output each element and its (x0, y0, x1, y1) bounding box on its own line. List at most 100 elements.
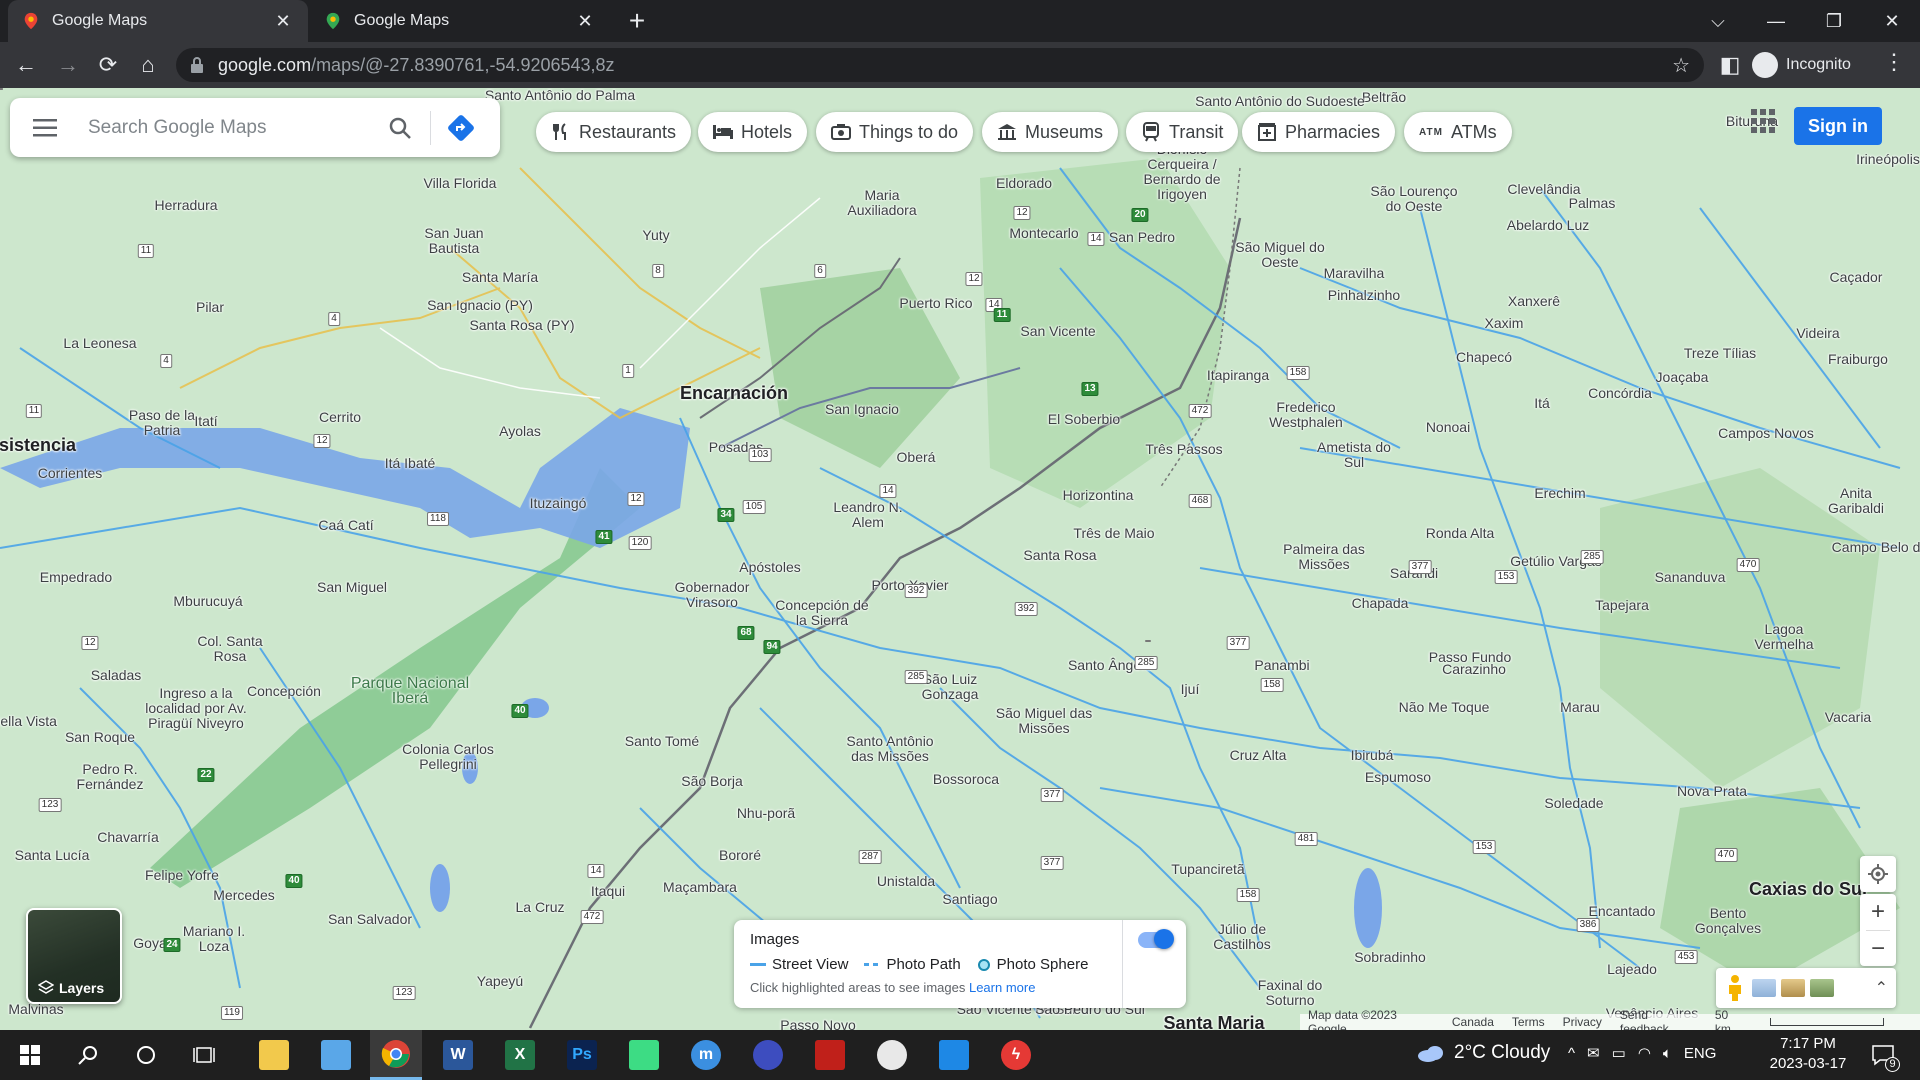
place-label[interactable]: Encantado (1589, 904, 1656, 919)
minimize-button[interactable]: — (1748, 0, 1804, 42)
place-label[interactable]: Concepción de la Sierra (772, 598, 872, 628)
place-label[interactable]: Herradura (154, 198, 217, 213)
incognito-profile-button[interactable]: Incognito (1752, 49, 1851, 81)
google-apps-icon[interactable] (1748, 106, 1778, 136)
place-label[interactable]: Concórdia (1588, 386, 1652, 401)
place-label[interactable]: Lajeado (1607, 962, 1657, 977)
place-label[interactable]: Caxias do Sul (1749, 880, 1867, 898)
place-label[interactable]: Gobernador Virasoro (667, 580, 757, 610)
place-label[interactable]: Anita Garibaldi (1816, 486, 1896, 516)
place-label[interactable]: Caçador (1830, 270, 1883, 285)
place-label[interactable]: Campo Belo do Sul (1832, 540, 1920, 555)
reload-icon[interactable]: ⟳ (92, 49, 124, 81)
sign-in-button[interactable]: Sign in (1794, 107, 1882, 145)
place-label[interactable]: Santo Antônio do Sudoeste (1195, 94, 1365, 109)
place-label[interactable]: Santiago (942, 892, 997, 907)
place-label[interactable]: Campos Novos (1718, 426, 1814, 441)
chip-hotels[interactable]: Hotels (698, 112, 808, 152)
chrome-icon[interactable] (370, 1030, 422, 1080)
place-label[interactable]: Goya (133, 936, 166, 951)
app-icon[interactable] (804, 1030, 856, 1080)
place-label[interactable]: Espumoso (1365, 770, 1431, 785)
place-label[interactable]: Ametista do Sul (1314, 440, 1394, 470)
place-label[interactable]: Panambi (1254, 658, 1309, 673)
place-label[interactable]: Erechim (1534, 486, 1585, 501)
place-label[interactable]: Faxinal do Soturno (1250, 978, 1330, 1008)
imagery-thumbnail[interactable] (1781, 979, 1805, 997)
imagery-thumbnail[interactable] (1752, 979, 1776, 997)
place-label[interactable]: Joaçaba (1656, 370, 1709, 385)
place-label[interactable]: Fraiburgo (1828, 352, 1888, 367)
windows-start-icon[interactable] (4, 1030, 56, 1080)
browser-tab-2[interactable]: Google Maps ✕ (310, 0, 610, 42)
place-label[interactable]: Santa Rosa (1023, 548, 1096, 563)
place-label[interactable]: La Cruz (515, 900, 564, 915)
place-label[interactable]: Chapada (1352, 596, 1409, 611)
search-input[interactable] (88, 116, 378, 139)
place-label[interactable]: São Miguel do Oeste (1235, 240, 1325, 270)
weather-widget[interactable]: 2°C Cloudy (1416, 1042, 1550, 1064)
place-label[interactable]: Abelardo Luz (1507, 218, 1590, 233)
place-label[interactable]: Xanxerê (1508, 294, 1560, 309)
photos-icon[interactable] (928, 1030, 980, 1080)
place-label[interactable]: Xaxim (1485, 316, 1524, 331)
place-label[interactable]: Pinhalzinho (1328, 288, 1400, 303)
directions-icon[interactable] (439, 106, 483, 150)
place-label[interactable]: Bossoroca (933, 772, 999, 787)
chip-restaurants[interactable]: Restaurants (536, 112, 692, 152)
place-label[interactable]: Santa María (462, 270, 538, 285)
place-label[interactable]: Itaqui (591, 884, 625, 899)
place-label[interactable]: Tupanciretã (1171, 862, 1244, 877)
place-label[interactable]: Videira (1796, 326, 1839, 341)
search-icon[interactable] (378, 106, 422, 150)
place-label[interactable]: San Pedro (1109, 230, 1175, 245)
chip-transit[interactable]: Transit (1126, 112, 1239, 152)
place-label[interactable]: São Lourenço do Oeste (1364, 184, 1464, 214)
place-label[interactable]: Empedrado (40, 570, 112, 585)
zoom-out-button[interactable]: − (1860, 931, 1896, 967)
app-icon[interactable] (742, 1030, 794, 1080)
restore-button[interactable]: ❐ (1806, 0, 1862, 42)
place-label[interactable]: Três Passos (1145, 442, 1222, 457)
place-label[interactable]: Bento Gonçalves (1683, 906, 1773, 936)
place-label[interactable]: San Vicente (1020, 324, 1095, 339)
close-window-button[interactable]: ✕ (1864, 0, 1920, 42)
imagery-thumbnail[interactable] (1810, 979, 1834, 997)
place-label[interactable]: El Soberbio (1048, 412, 1120, 427)
place-label[interactable]: Bella Vista (0, 714, 57, 729)
place-label[interactable]: Maravilha (1324, 266, 1385, 281)
wifi-icon[interactable]: ◠ (1638, 1044, 1651, 1062)
place-label[interactable]: Resistencia (0, 436, 76, 454)
chevron-up-icon[interactable]: ^ (1568, 1045, 1575, 1062)
place-label[interactable]: Tapejara (1595, 598, 1649, 613)
place-label[interactable]: Puerto Rico (899, 296, 972, 311)
language-indicator[interactable]: ENG (1684, 1045, 1717, 1062)
place-label[interactable]: Santo Antônio do Palma (485, 88, 635, 103)
chip-museums[interactable]: Museums (982, 112, 1119, 152)
place-label[interactable]: Chavarría (97, 830, 158, 845)
place-label[interactable]: Col. Santa Rosa (190, 634, 270, 664)
place-label[interactable]: Maçambara (663, 880, 737, 895)
place-label[interactable]: Santo Tomé (625, 734, 699, 749)
notification-center-icon[interactable]: 9 (1868, 1040, 1900, 1072)
layers-button[interactable]: Layers (26, 908, 122, 1004)
place-label[interactable]: Frederico Westphalen (1251, 400, 1361, 430)
place-label[interactable]: Horizontina (1063, 488, 1134, 503)
place-label[interactable]: Apóstoles (739, 560, 800, 575)
close-tab-icon[interactable]: ✕ (272, 11, 294, 32)
address-bar[interactable]: google.com/maps/@-27.8390761,-54.9206543… (176, 48, 1704, 82)
battery-icon[interactable]: ▭ (1612, 1044, 1626, 1062)
place-label[interactable]: Unistalda (877, 874, 935, 889)
place-label[interactable]: San Salvador (328, 912, 412, 927)
clock[interactable]: 7:17 PM 2023-03-17 (1760, 1034, 1856, 1074)
place-label[interactable]: Colonia Carlos Pellegrini (398, 742, 498, 772)
place-label[interactable]: Sobradinho (1354, 950, 1426, 965)
place-label[interactable]: Lagoa Vermelha (1739, 622, 1829, 652)
media-app-icon[interactable] (866, 1030, 918, 1080)
file-explorer-icon[interactable] (248, 1030, 300, 1080)
place-label[interactable]: Felipe Yofre (145, 868, 219, 883)
place-label[interactable]: Passo Novo (780, 1018, 855, 1031)
place-label[interactable]: Ronda Alta (1426, 526, 1495, 541)
place-label[interactable]: Sananduva (1655, 570, 1726, 585)
place-label[interactable]: Yapeyú (477, 974, 523, 989)
